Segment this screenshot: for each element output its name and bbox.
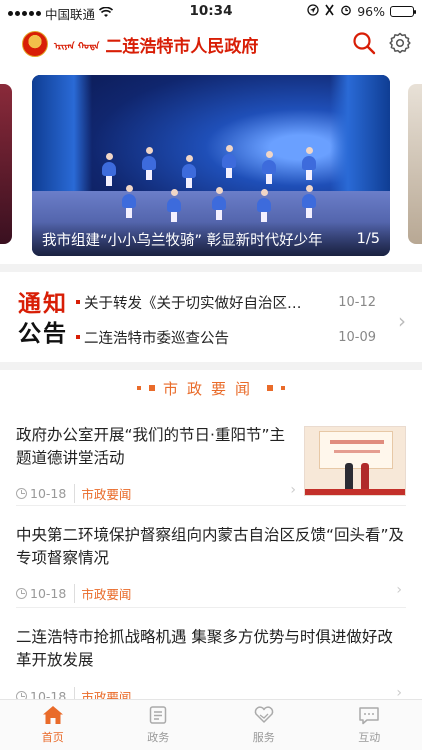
- battery-icon: [390, 6, 416, 17]
- section-divider: [0, 362, 422, 370]
- notice-item[interactable]: 二连浩特市委巡查公告 10-09: [76, 325, 376, 349]
- thumbnail-floor: [305, 489, 405, 495]
- news-thumbnail[interactable]: [304, 426, 406, 496]
- news-item[interactable]: 二连浩特市抢抓战略机遇 集聚多方优势与时俱进做好改革开放发展 10-18 市政要…: [16, 616, 406, 706]
- news-title: 中央第二环境保护督察组向内蒙古自治区反馈“回头看”及专项督察情况: [16, 526, 405, 567]
- notice-badge: 通知 公告: [18, 289, 74, 349]
- notice-item-text: 关于转发《关于切实做好自治区…: [84, 295, 302, 312]
- notice-badge-line1: 通知: [18, 291, 68, 317]
- carousel-slide[interactable]: 我市组建“小小乌兰牧骑” 彰显新时代好少年 1/5: [32, 75, 390, 256]
- news-category: 市政要闻: [74, 484, 131, 503]
- carousel-caption-text: 我市组建“小小乌兰牧骑” 彰显新时代好少年: [42, 232, 323, 249]
- tab-label: 首页: [41, 731, 64, 744]
- news-date: 10-18: [30, 486, 67, 501]
- gear-icon[interactable]: [388, 31, 412, 55]
- thumbnail-person: [361, 463, 369, 489]
- tab-label: 互动: [358, 731, 381, 744]
- decor-square-icon: [136, 386, 141, 390]
- carousel-next-slide[interactable]: [408, 84, 422, 244]
- search-icon[interactable]: [352, 31, 376, 55]
- bottom-tab-bar: 首页 政务 服务 互动: [0, 699, 422, 750]
- tab-government[interactable]: 政务: [106, 700, 212, 750]
- tab-services[interactable]: 服务: [211, 700, 317, 750]
- thumbnail-stage-board: [319, 431, 393, 469]
- national-emblem-icon: [22, 31, 48, 57]
- notice-item-date: 10-12: [338, 294, 376, 310]
- banner-carousel[interactable]: 我市组建“小小乌兰牧骑” 彰显新时代好少年 1/5: [0, 66, 422, 262]
- notice-board[interactable]: 通知 公告 关于转发《关于切实做好自治区… 10-12 二连浩特市委巡查公告 1…: [0, 277, 422, 362]
- section-header: 市政要闻: [0, 376, 422, 400]
- bullet-icon: [76, 335, 80, 339]
- decor-square-icon: [281, 386, 285, 390]
- news-title: 二连浩特市抢抓战略机遇 集聚多方优势与时俱进做好改革开放发展: [16, 628, 393, 669]
- news-item[interactable]: 政府办公室开展“我们的节日·重阳节”主题道德讲堂活动 10-18 市政要闻 ›: [16, 420, 406, 506]
- thumbnail-person: [345, 463, 353, 489]
- page-title: 二连浩特市人民政府: [105, 36, 259, 57]
- tab-label: 服务: [252, 731, 275, 744]
- news-meta: 10-18 市政要闻: [16, 484, 131, 503]
- news-date: 10-18: [30, 586, 67, 601]
- heart-hand-icon: [254, 706, 274, 723]
- tab-home[interactable]: 首页: [0, 700, 106, 750]
- news-category: 市政要闻: [74, 584, 131, 603]
- tab-label: 政务: [147, 731, 170, 744]
- carousel-prev-slide[interactable]: [0, 84, 12, 244]
- carousel-counter: 1/5: [356, 231, 380, 247]
- site-logo[interactable]: ᠡᠷᠢᠶᠠᠨ ᠬᠣᠲᠠ 二连浩特市人民政府: [22, 31, 258, 57]
- notice-item[interactable]: 关于转发《关于切实做好自治区… 10-12: [76, 290, 376, 314]
- news-meta: 10-18 市政要闻: [16, 584, 131, 603]
- home-icon: [42, 706, 63, 724]
- section-title: 市政要闻: [162, 379, 259, 398]
- battery-percent: 96%: [357, 4, 385, 19]
- notice-item-date: 10-09: [338, 329, 376, 345]
- notice-item-text: 二连浩特市委巡查公告: [84, 330, 229, 347]
- news-title: 政府办公室开展“我们的节日·重阳节”主题道德讲堂活动: [16, 426, 285, 467]
- rotation-lock-icon: [324, 4, 335, 19]
- status-right: 96%: [307, 4, 416, 19]
- dancers-illustration: [92, 145, 352, 225]
- chevron-right-icon[interactable]: ›: [398, 309, 406, 333]
- clock-icon: [16, 488, 27, 499]
- decor-square-icon: [267, 385, 273, 391]
- chat-icon: [359, 707, 379, 725]
- chevron-right-icon: ›: [290, 482, 296, 498]
- news-item[interactable]: 中央第二环境保护督察组向内蒙古自治区反馈“回头看”及专项督察情况 10-18 市…: [16, 514, 406, 608]
- notice-badge-line2: 公告: [18, 321, 68, 347]
- tab-interaction[interactable]: 互动: [317, 700, 422, 750]
- location-icon: [307, 4, 319, 19]
- bullet-icon: [76, 300, 80, 304]
- header-actions: [352, 31, 412, 55]
- alarm-icon: [340, 4, 352, 19]
- mongolian-title: ᠡᠷᠢᠶᠠᠨ ᠬᠣᠲᠠ: [54, 42, 100, 52]
- chevron-right-icon: ›: [396, 582, 402, 598]
- carousel-caption: 我市组建“小小乌兰牧骑” 彰显新时代好少年 1/5: [32, 222, 390, 256]
- clock-icon: [16, 588, 27, 599]
- decor-square-icon: [148, 385, 155, 391]
- document-icon: [150, 706, 167, 724]
- status-bar: 中国联通 10:34 96%: [0, 0, 422, 22]
- app-header: ᠡᠷᠢᠶᠠᠨ ᠬᠣᠲᠠ 二连浩特市人民政府: [0, 22, 422, 66]
- section-divider: [0, 264, 422, 272]
